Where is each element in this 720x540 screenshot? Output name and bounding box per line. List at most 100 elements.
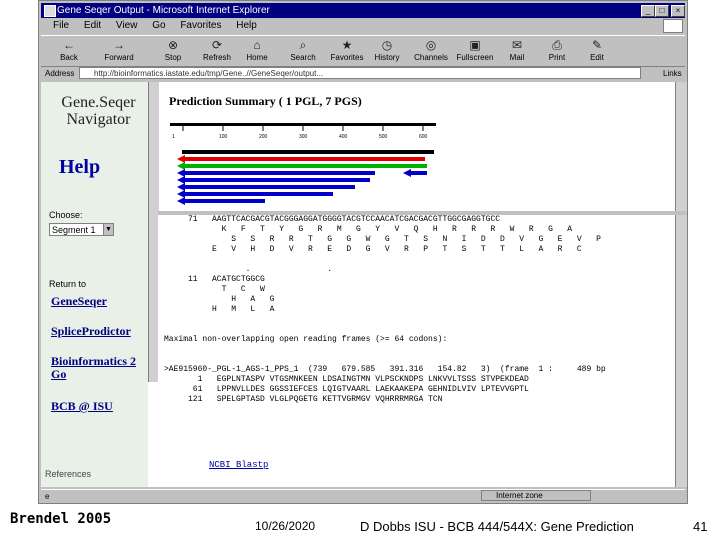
black-track (182, 150, 434, 154)
ie-icon (44, 5, 56, 17)
print-button[interactable]: ⎙ Print (537, 37, 577, 65)
favorites-icon: ★ (341, 38, 353, 52)
protein-line: 121 SPELGPTASD VLGLPQGETG KETTVGRMGV VQH… (164, 395, 443, 404)
fullscreen-button[interactable]: ▣ Fullscreen (455, 37, 495, 65)
sequence-line: S S R R T G G W G T S N I D D V G E V P (164, 235, 601, 244)
blue-track (177, 169, 375, 177)
sequence-line: 71 AAGTTCACGACGTACGGGAGGATGGGGTACGTCCAAC… (164, 215, 501, 224)
search-button[interactable]: ⌕ Search (283, 37, 323, 65)
maximize-button[interactable]: □ (655, 5, 669, 17)
tick-label: 600 (419, 134, 428, 140)
summary-frame: Prediction Summary ( 1 PGL, 7 PGS) 1 100… (161, 82, 687, 211)
channels-button[interactable]: ◎ Channels (411, 37, 451, 65)
toolbar: ← Back → Forward ⊗ Stop ⟳ Refresh ⌂ Home ⌕ Sea… (41, 35, 685, 67)
dropdown-arrow-icon[interactable]: ▼ (103, 223, 114, 236)
address-bar: Address http://bioinformatics.iastate.ed… (41, 67, 685, 80)
genomic-axis (170, 123, 436, 126)
stop-button[interactable]: ⊗ Stop (153, 37, 193, 65)
home-button[interactable]: ⌂ Home (237, 37, 277, 65)
edit-button[interactable]: ✎ Edit (577, 37, 617, 65)
status-bar: e Internet zone (41, 489, 685, 503)
protein-line: 61 LPPNVLLDES GGSSIEFCES LQIGTVAARL LAEK… (164, 385, 529, 394)
blue-track (177, 190, 333, 198)
home-icon: ⌂ (253, 38, 261, 52)
slide-author: Brendel 2005 (10, 511, 112, 527)
menu-go[interactable]: Go (152, 19, 165, 33)
page-content: Gene.Seqer Navigator Help Choose: Segmen… (41, 82, 687, 487)
menu-bar: File Edit View Go Favorites Help (41, 19, 685, 33)
back-button[interactable]: ← Back (49, 37, 89, 65)
internet-zone: Internet zone (481, 490, 591, 501)
orf-header: >AE915960-_PGL-1_AGS-1_PPS_1 (739 679.58… (164, 365, 606, 374)
address-input[interactable]: http://bioinformatics.iastate.edu/tmp/Ge… (79, 67, 641, 79)
sequence-line: . . (164, 265, 333, 274)
blue-track (177, 183, 355, 191)
tick-label: 300 (299, 134, 308, 140)
blue-track (177, 197, 265, 205)
splicepredictor-link[interactable]: SpliceProdictor (51, 325, 131, 338)
protein-line: 1 EGPLNTASPV VTGSMNKEEN LDSAINGTMN VLPSC… (164, 375, 529, 384)
title-bar[interactable]: Gene Seqer Output - Microsoft Internet E… (41, 3, 685, 18)
sequence-frame: 71 AAGTTCACGACGTACGGGAGGATGGGGTACGTCCAAC… (158, 215, 675, 487)
sequence-line: E V H D V R E D G V R P T S T T L A R C (164, 245, 582, 254)
tick-label: 1 (172, 134, 175, 140)
sequence-scrollbar[interactable] (675, 215, 687, 487)
menu-file[interactable]: File (53, 19, 69, 33)
red-track (177, 155, 425, 163)
address-label: Address (45, 69, 75, 78)
window-title: Gene Seqer Output - Microsoft Internet E… (57, 5, 270, 16)
menu-edit[interactable]: Edit (84, 19, 101, 33)
help-link[interactable]: Help (59, 156, 100, 179)
orf-heading: Maximal non-overlapping open reading fra… (164, 335, 448, 344)
refresh-icon: ⟳ (211, 38, 223, 52)
geneseqer-link[interactable]: GeneSeqer (51, 295, 107, 308)
sequence-line: K F T Y G R M G Y V Q H R R R W R G A (164, 225, 573, 234)
prediction-summary-graphic: 1 100 200 300 400 500 600 (170, 123, 436, 205)
history-icon: ◷ (381, 38, 393, 52)
return-to-label: Return to (49, 279, 87, 289)
links-button[interactable]: Links (663, 67, 682, 80)
tick-label: 100 (219, 134, 228, 140)
forward-button[interactable]: → Forward (99, 37, 139, 65)
green-track (177, 162, 427, 170)
menu-view[interactable]: View (116, 19, 138, 33)
favorites-button[interactable]: ★ Favorites (327, 37, 367, 65)
channels-icon: ◎ (425, 38, 437, 52)
blue-track (177, 176, 370, 184)
slide-course: D Dobbs ISU - BCB 444/544X: Gene Predict… (360, 519, 634, 534)
menu-favorites[interactable]: Favorites (180, 19, 221, 33)
sequence-line: T C W (164, 285, 265, 294)
back-icon: ← (63, 38, 75, 52)
prediction-summary-title: Prediction Summary ( 1 PGL, 7 PGS) (169, 94, 362, 108)
search-icon: ⌕ (299, 38, 307, 52)
summary-scrollbar[interactable] (675, 82, 687, 211)
navigator-frame: Gene.Seqer Navigator Help Choose: Segmen… (41, 82, 148, 487)
slide-number: 41 (693, 519, 708, 534)
fullscreen-icon: ▣ (469, 38, 481, 52)
ncbi-blastp-link[interactable]: NCBI Blastp (209, 460, 268, 470)
bioinformatics-2go-link[interactable]: Bioinformatics 2 Go (51, 355, 146, 381)
history-button[interactable]: ◷ History (367, 37, 407, 65)
choose-label: Choose: (49, 210, 83, 220)
blue-track (403, 169, 427, 177)
navigator-title: Gene.Seqer Navigator (61, 94, 136, 128)
slide-date: 10/26/2020 (255, 519, 316, 533)
print-icon: ⎙ (552, 38, 562, 52)
sequence-line: 11 ACATGCTGGCG (164, 275, 265, 284)
sequence-line: H A G (164, 295, 275, 304)
stop-icon: ⊗ (167, 38, 179, 52)
close-button[interactable]: × (671, 5, 685, 17)
page-status-icon: e (45, 492, 50, 501)
menu-help[interactable]: Help (236, 19, 257, 33)
scale-ticks (182, 126, 424, 131)
sequence-line: H M L A (164, 305, 275, 314)
minimize-button[interactable]: _ (641, 5, 655, 17)
references-label: References (45, 469, 92, 479)
edit-icon: ✎ (591, 38, 603, 52)
refresh-button[interactable]: ⟳ Refresh (197, 37, 237, 65)
bcb-isu-link[interactable]: BCB @ ISU (51, 400, 113, 413)
tick-label: 400 (339, 134, 348, 140)
mail-button[interactable]: ✉ Mail (497, 37, 537, 65)
windows-logo-icon (663, 19, 683, 33)
mail-icon: ✉ (511, 38, 523, 52)
